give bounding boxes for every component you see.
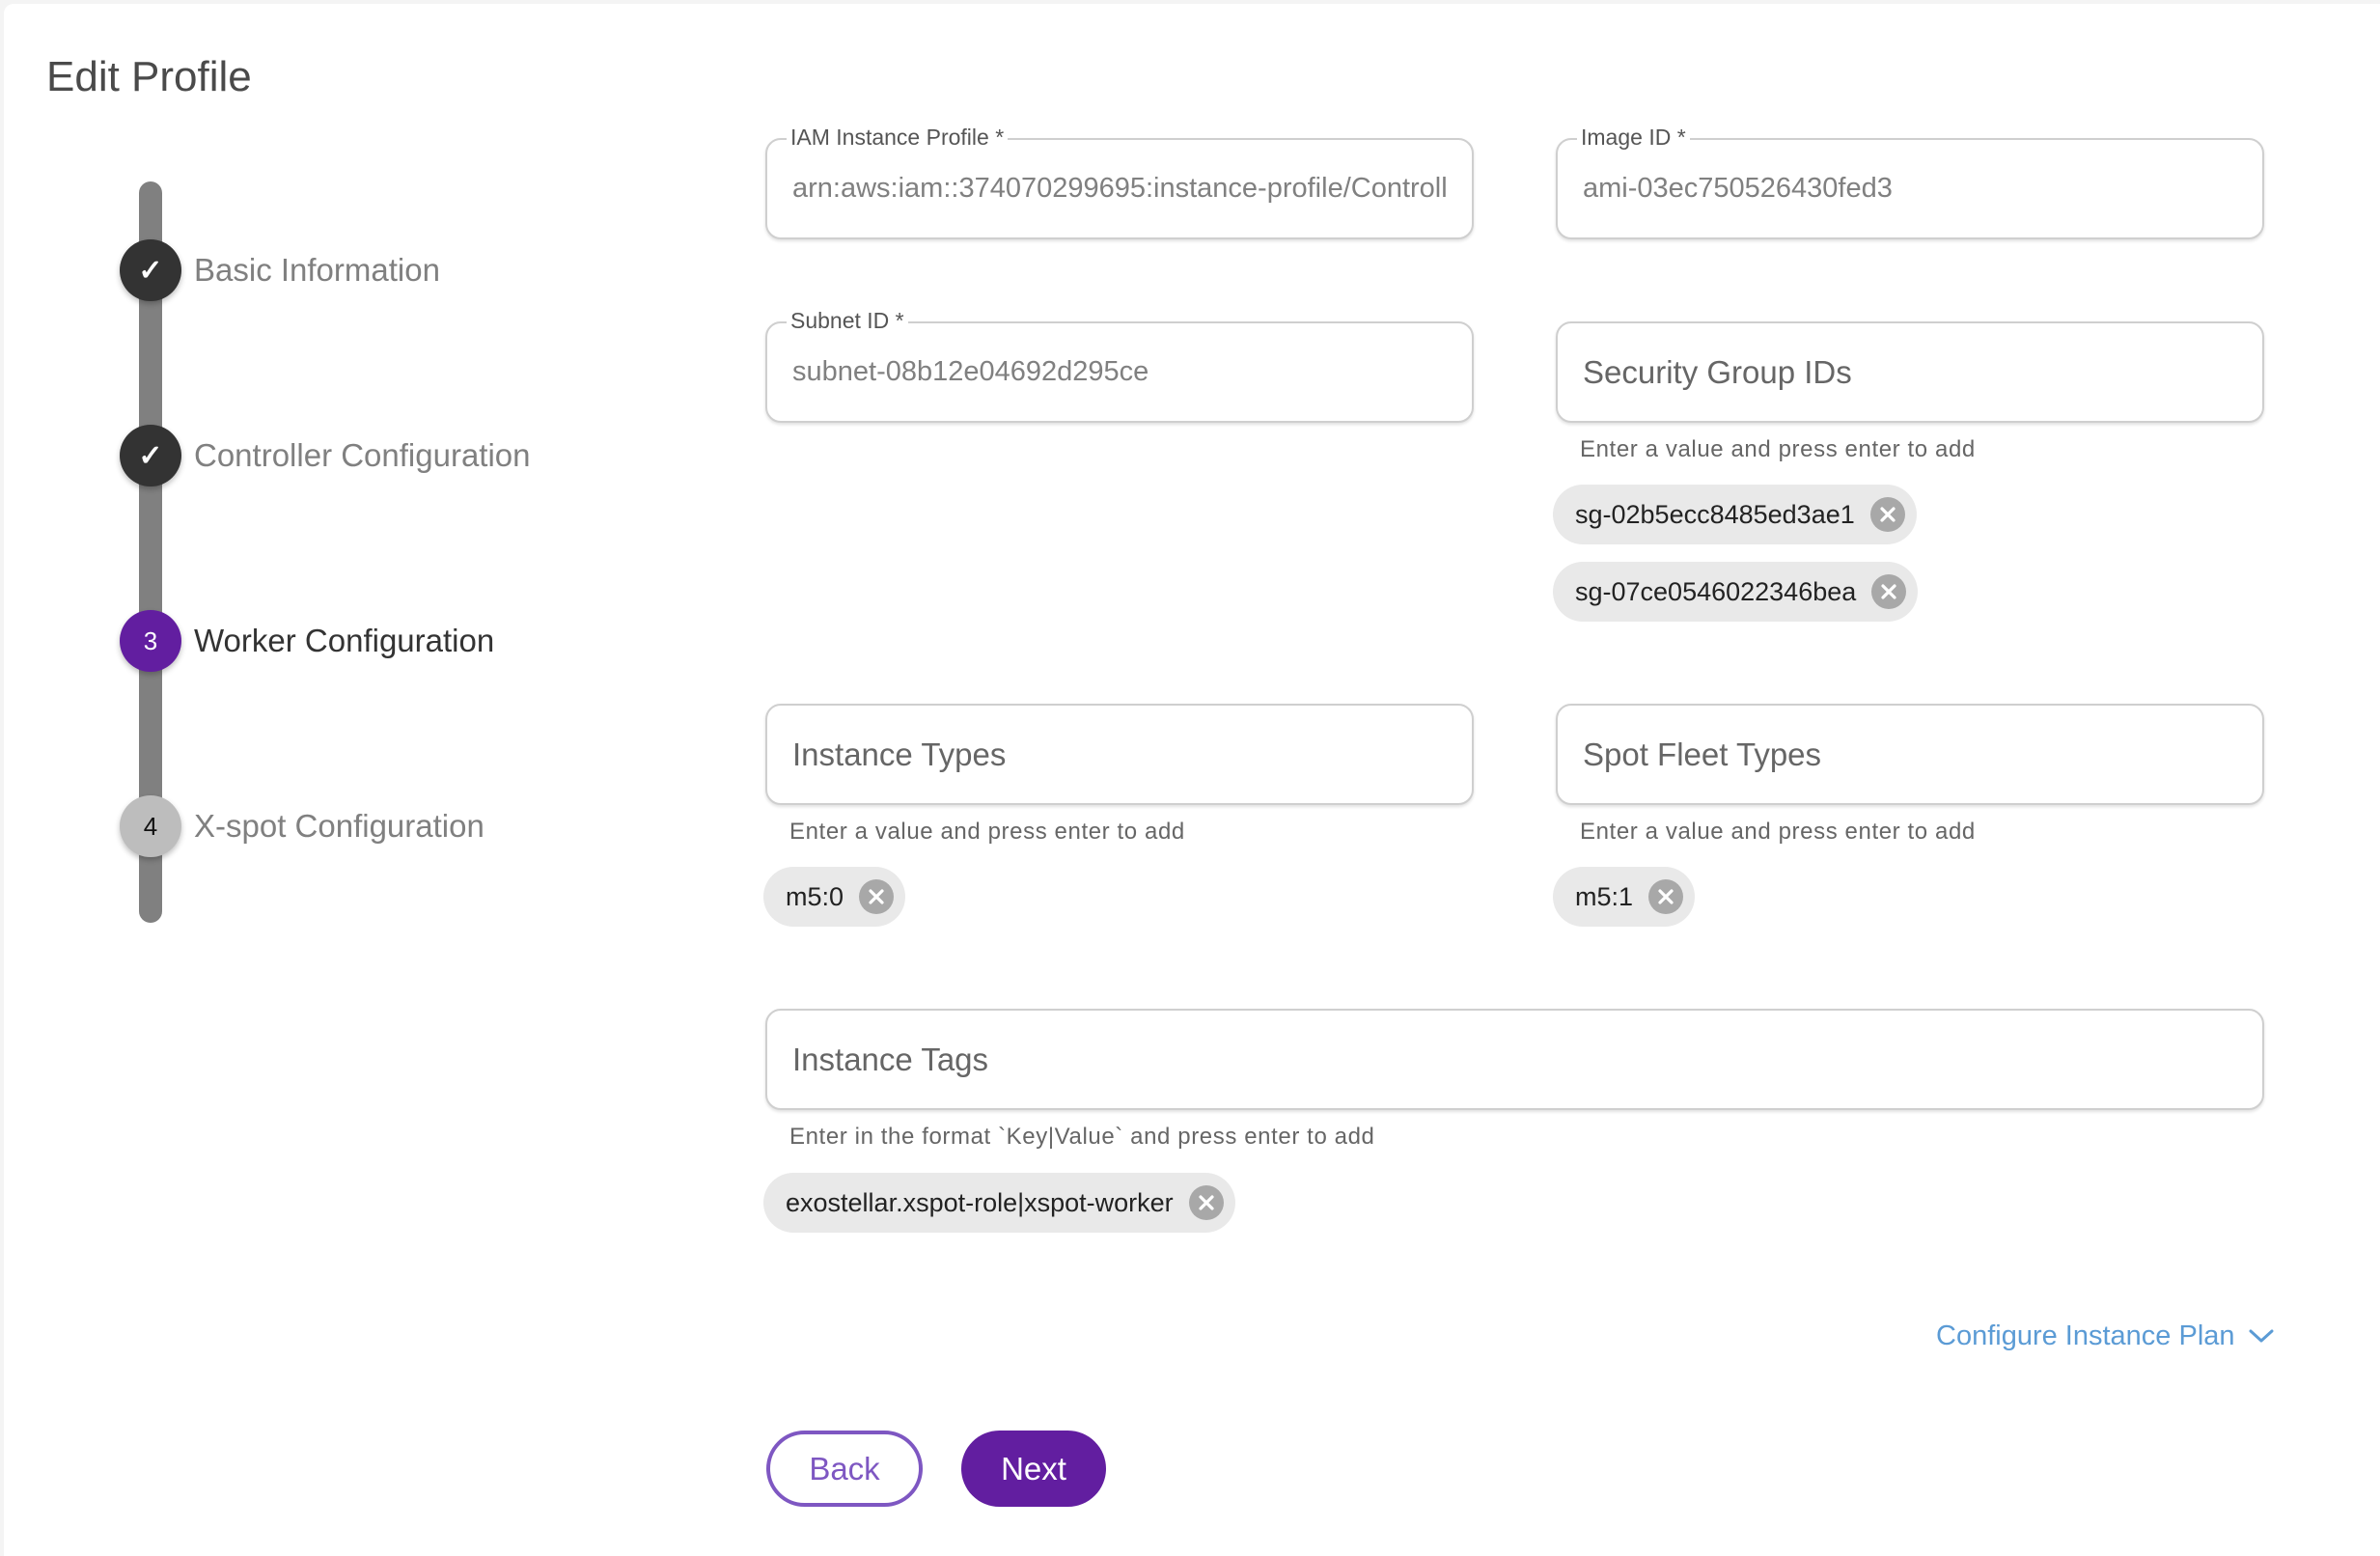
step-worker-configuration[interactable]: 3 Worker Configuration [120, 610, 494, 672]
chip-label: exostellar.xspot-role|xspot-worker [786, 1187, 1174, 1217]
subnet-id-field[interactable]: Subnet ID * subnet-08b12e04692d295ce [765, 306, 1474, 423]
image-id-input[interactable]: ami-03ec750526430fed3 [1583, 140, 2237, 237]
configure-instance-plan-label: Configure Instance Plan [1936, 1320, 2235, 1351]
instance-type-chip: m5:0 [763, 867, 906, 927]
iam-instance-profile-field[interactable]: IAM Instance Profile * arn:aws:iam::3740… [765, 123, 1474, 239]
security-group-ids-input[interactable]: Security Group IDs [1556, 321, 2264, 423]
iam-instance-profile-input[interactable]: arn:aws:iam::374070299695:instance-profi… [792, 140, 1447, 237]
step-basic-information[interactable]: ✓ Basic Information [120, 239, 440, 301]
step-number: 3 [120, 610, 181, 672]
chip-delete-icon[interactable] [1648, 879, 1684, 914]
instance-types-helper-text: Enter a value and press enter to add [789, 819, 1185, 845]
step-label: Worker Configuration [194, 623, 495, 658]
security-group-helper-text: Enter a value and press enter to add [1580, 436, 1976, 462]
chip-delete-icon[interactable] [1188, 1185, 1224, 1220]
check-icon: ✓ [120, 425, 181, 486]
security-group-chip: sg-02b5ecc8485ed3ae1 [1553, 485, 1917, 544]
chip-label: sg-02b5ecc8485ed3ae1 [1575, 499, 1855, 529]
page-title: Edit Profile [46, 53, 252, 100]
instance-tag-chip: exostellar.xspot-role|xspot-worker [763, 1173, 1235, 1233]
step-xspot-configuration[interactable]: 4 X-spot Configuration [120, 795, 484, 857]
check-icon: ✓ [120, 239, 181, 301]
security-group-chip: sg-07ce0546022346bea [1553, 562, 1919, 622]
chip-label: m5:0 [786, 881, 844, 911]
subnet-id-input[interactable]: subnet-08b12e04692d295ce [792, 323, 1447, 421]
spot-fleet-type-chip: m5:1 [1553, 867, 1696, 927]
image-id-field[interactable]: Image ID * ami-03ec750526430fed3 [1556, 123, 2264, 239]
back-button[interactable]: Back [766, 1431, 923, 1507]
spot-fleet-types-input[interactable]: Spot Fleet Types [1556, 704, 2264, 805]
field-placeholder: Instance Tags [792, 1041, 989, 1077]
configure-instance-plan-link[interactable]: Configure Instance Plan [1936, 1317, 2274, 1355]
step-number: 4 [120, 795, 181, 857]
chevron-down-icon [2249, 1329, 2274, 1343]
chip-delete-icon[interactable] [1871, 574, 1907, 609]
instance-tags-helper-text: Enter in the format `Key|Value` and pres… [789, 1124, 1375, 1150]
step-controller-configuration[interactable]: ✓ Controller Configuration [120, 425, 531, 486]
step-label: X-spot Configuration [194, 808, 484, 844]
instance-tags-input[interactable]: Instance Tags [765, 1009, 2264, 1110]
chip-label: m5:1 [1575, 881, 1634, 911]
field-placeholder: Security Group IDs [1583, 353, 1852, 390]
step-label: Basic Information [194, 252, 440, 288]
field-placeholder: Spot Fleet Types [1583, 736, 1822, 772]
edit-profile-card: Edit Profile ✓ Basic Information ✓ Contr… [4, 4, 2380, 1556]
field-placeholder: Instance Types [792, 736, 1007, 772]
step-label: Controller Configuration [194, 437, 531, 473]
instance-types-input[interactable]: Instance Types [765, 704, 1474, 805]
spot-fleet-types-helper-text: Enter a value and press enter to add [1580, 819, 1976, 845]
chip-delete-icon[interactable] [1869, 497, 1905, 532]
chip-label: sg-07ce0546022346bea [1575, 576, 1857, 606]
chip-delete-icon[interactable] [859, 879, 895, 914]
next-button[interactable]: Next [961, 1431, 1106, 1507]
